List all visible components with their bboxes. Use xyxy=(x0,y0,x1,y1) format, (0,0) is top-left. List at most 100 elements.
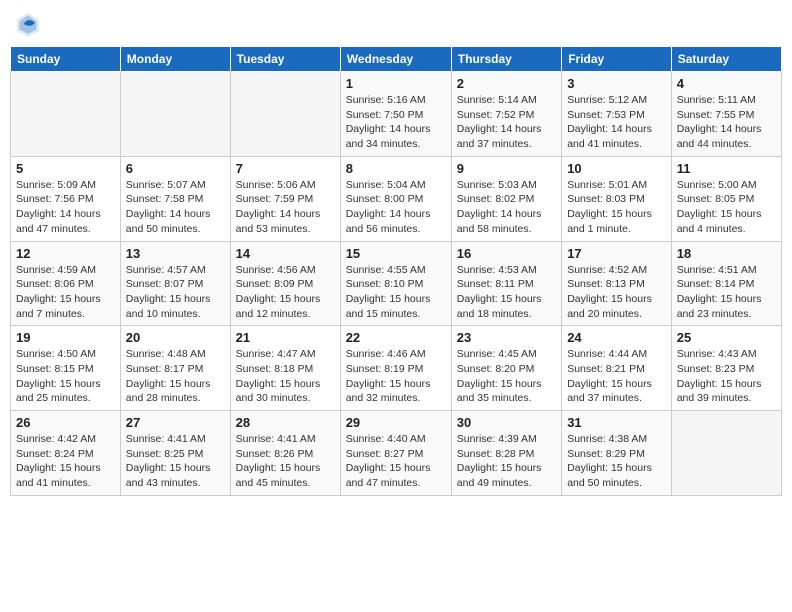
calendar-day-cell: 25Sunrise: 4:43 AMSunset: 8:23 PMDayligh… xyxy=(671,326,781,411)
day-of-week-header: Saturday xyxy=(671,47,781,72)
day-info-text: Daylight: 15 hours and 32 minutes. xyxy=(346,377,446,406)
day-info-text: Daylight: 15 hours and 25 minutes. xyxy=(16,377,115,406)
day-info-text: Sunset: 7:58 PM xyxy=(126,192,225,207)
day-of-week-header: Sunday xyxy=(11,47,121,72)
day-info-text: Sunrise: 4:50 AM xyxy=(16,347,115,362)
day-info-text: Sunrise: 5:11 AM xyxy=(677,93,776,108)
day-number: 5 xyxy=(16,161,115,176)
day-number: 8 xyxy=(346,161,446,176)
day-info-text: Sunrise: 5:16 AM xyxy=(346,93,446,108)
logo-icon xyxy=(14,10,42,38)
day-info-text: Sunrise: 4:40 AM xyxy=(346,432,446,447)
calendar-day-cell: 2Sunrise: 5:14 AMSunset: 7:52 PMDaylight… xyxy=(451,72,561,157)
day-info-text: Daylight: 15 hours and 37 minutes. xyxy=(567,377,666,406)
day-info-text: Sunrise: 4:51 AM xyxy=(677,263,776,278)
calendar-day-cell: 6Sunrise: 5:07 AMSunset: 7:58 PMDaylight… xyxy=(120,156,230,241)
calendar-day-cell: 19 Sunrise: 4:50 AMSunset: 8:15 PMDayligh… xyxy=(11,326,121,411)
day-info-text: Sunset: 8:19 PM xyxy=(346,362,446,377)
day-info-text: Sunrise: 4:52 AM xyxy=(567,263,666,278)
day-info-text: Daylight: 15 hours and 47 minutes. xyxy=(346,461,446,490)
day-info-text: Sunset: 8:28 PM xyxy=(457,447,556,462)
day-info-text: Sunset: 8:15 PM xyxy=(16,362,115,377)
day-info-text: Daylight: 15 hours and 4 minutes. xyxy=(677,207,776,236)
day-number: 31 xyxy=(567,415,666,430)
day-info-text: Sunset: 8:10 PM xyxy=(346,277,446,292)
day-info-text: Daylight: 15 hours and 20 minutes. xyxy=(567,292,666,321)
day-of-week-header: Wednesday xyxy=(340,47,451,72)
day-info-text: Daylight: 15 hours and 10 minutes. xyxy=(126,292,225,321)
day-of-week-header: Thursday xyxy=(451,47,561,72)
calendar-day-cell: 3Sunrise: 5:12 AMSunset: 7:53 PMDaylight… xyxy=(562,72,672,157)
day-info-text: Sunset: 8:00 PM xyxy=(346,192,446,207)
day-info-text: Daylight: 14 hours and 44 minutes. xyxy=(677,122,776,151)
day-info-text: Daylight: 15 hours and 39 minutes. xyxy=(677,377,776,406)
day-info-text: Sunset: 7:59 PM xyxy=(236,192,335,207)
day-number: 25 xyxy=(677,330,776,345)
day-info-text: Daylight: 15 hours and 18 minutes. xyxy=(457,292,556,321)
day-info-text: Sunrise: 5:00 AM xyxy=(677,178,776,193)
calendar-table: SundayMondayTuesdayWednesdayThursdayFrid… xyxy=(10,46,782,496)
day-number: 7 xyxy=(236,161,335,176)
day-info-text: Sunset: 8:02 PM xyxy=(457,192,556,207)
day-info-text: Sunrise: 5:09 AM xyxy=(16,178,115,193)
day-number: 24 xyxy=(567,330,666,345)
day-number: 28 xyxy=(236,415,335,430)
day-info-text: Sunset: 8:13 PM xyxy=(567,277,666,292)
day-number: 16 xyxy=(457,246,556,261)
day-info-text: Daylight: 14 hours and 53 minutes. xyxy=(236,207,335,236)
day-info-text: Daylight: 15 hours and 43 minutes. xyxy=(126,461,225,490)
calendar-day-cell xyxy=(230,72,340,157)
calendar-week-row: 5Sunrise: 5:09 AMSunset: 7:56 PMDaylight… xyxy=(11,156,782,241)
day-info-text: Daylight: 14 hours and 47 minutes. xyxy=(16,207,115,236)
calendar-day-cell: 4Sunrise: 5:11 AMSunset: 7:55 PMDaylight… xyxy=(671,72,781,157)
calendar-day-cell: 7Sunrise: 5:06 AMSunset: 7:59 PMDaylight… xyxy=(230,156,340,241)
day-info-text: Sunset: 8:23 PM xyxy=(677,362,776,377)
day-info-text: Sunrise: 4:48 AM xyxy=(126,347,225,362)
day-info-text: Sunrise: 4:46 AM xyxy=(346,347,446,362)
day-number: 30 xyxy=(457,415,556,430)
day-info-text: Sunrise: 5:03 AM xyxy=(457,178,556,193)
day-info-text: Sunset: 8:27 PM xyxy=(346,447,446,462)
day-number: 27 xyxy=(126,415,225,430)
day-info-text: Daylight: 15 hours and 12 minutes. xyxy=(236,292,335,321)
calendar-day-cell: 28Sunrise: 4:41 AMSunset: 8:26 PMDayligh… xyxy=(230,411,340,496)
day-number: 15 xyxy=(346,246,446,261)
calendar-day-cell: 20Sunrise: 4:48 AMSunset: 8:17 PMDayligh… xyxy=(120,326,230,411)
day-info-text: Daylight: 15 hours and 30 minutes. xyxy=(236,377,335,406)
day-of-week-header: Monday xyxy=(120,47,230,72)
day-number: 10 xyxy=(567,161,666,176)
day-number: 23 xyxy=(457,330,556,345)
day-info-text: Sunset: 8:25 PM xyxy=(126,447,225,462)
day-number: 13 xyxy=(126,246,225,261)
day-info-text: Sunset: 8:11 PM xyxy=(457,277,556,292)
calendar-header-row: SundayMondayTuesdayWednesdayThursdayFrid… xyxy=(11,47,782,72)
calendar-day-cell: 26Sunrise: 4:42 AMSunset: 8:24 PMDayligh… xyxy=(11,411,121,496)
calendar-day-cell: 21Sunrise: 4:47 AMSunset: 8:18 PMDayligh… xyxy=(230,326,340,411)
calendar-day-cell: 14Sunrise: 4:56 AMSunset: 8:09 PMDayligh… xyxy=(230,241,340,326)
day-number: 19 xyxy=(16,330,115,345)
day-info-text: Sunset: 8:06 PM xyxy=(16,277,115,292)
day-info-text: Sunset: 8:17 PM xyxy=(126,362,225,377)
day-info-text: Sunrise: 4:59 AM xyxy=(16,263,115,278)
calendar-day-cell: 24Sunrise: 4:44 AMSunset: 8:21 PMDayligh… xyxy=(562,326,672,411)
day-number: 18 xyxy=(677,246,776,261)
day-info-text: Daylight: 14 hours and 34 minutes. xyxy=(346,122,446,151)
day-number: 11 xyxy=(677,161,776,176)
day-info-text: Sunset: 8:24 PM xyxy=(16,447,115,462)
day-info-text: Sunset: 8:07 PM xyxy=(126,277,225,292)
day-number: 4 xyxy=(677,76,776,91)
day-number: 20 xyxy=(126,330,225,345)
day-info-text: Sunset: 7:56 PM xyxy=(16,192,115,207)
day-info-text: Sunset: 8:14 PM xyxy=(677,277,776,292)
calendar-day-cell: 12Sunrise: 4:59 AMSunset: 8:06 PMDayligh… xyxy=(11,241,121,326)
calendar-day-cell: 22 Sunrise: 4:46 AMSunset: 8:19 PMDayligh… xyxy=(340,326,451,411)
day-info-text: Sunset: 8:09 PM xyxy=(236,277,335,292)
day-info-text: Sunrise: 4:41 AM xyxy=(236,432,335,447)
day-info-text: Sunrise: 4:53 AM xyxy=(457,263,556,278)
calendar-day-cell: 30Sunrise: 4:39 AMSunset: 8:28 PMDayligh… xyxy=(451,411,561,496)
day-info-text: Sunrise: 4:55 AM xyxy=(346,263,446,278)
day-info-text: Daylight: 15 hours and 23 minutes. xyxy=(677,292,776,321)
day-info-text: Sunrise: 5:12 AM xyxy=(567,93,666,108)
day-info-text: Daylight: 15 hours and 45 minutes. xyxy=(236,461,335,490)
day-number: 22 xyxy=(346,330,446,345)
